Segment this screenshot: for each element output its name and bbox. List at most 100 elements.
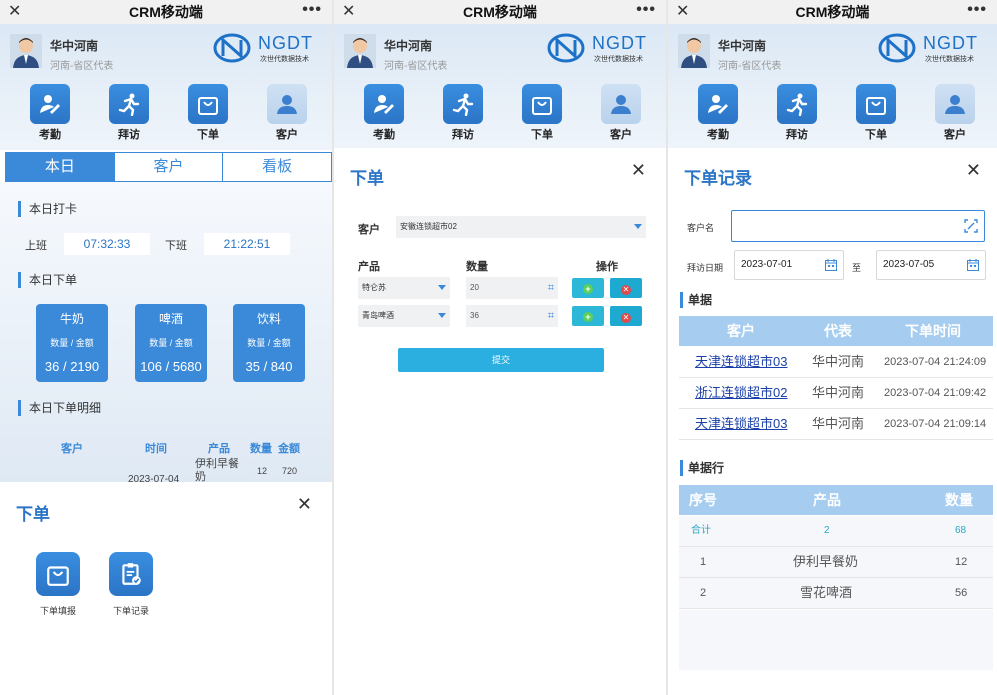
cell-product: 雪花啤酒 [800,585,853,600]
header: 华中河南 河南-省区代表 NGDT 次世代数据技术 考勤 拜访 下单 客户 [668,24,997,150]
quantity-field[interactable]: 36 ⌗ [466,305,558,327]
card-qty: 106 [140,359,162,374]
customer-select[interactable]: 安徽连锁超市02 [396,216,646,238]
tab-dashboard[interactable]: 看板 [223,153,331,181]
product-select[interactable]: 青岛啤酒 [358,305,450,327]
title-bar: ✕ CRM移动端 ••• [668,0,997,24]
menu-item-customer[interactable]: 客户 [601,84,641,142]
form-title: 下单 [350,169,384,188]
cell-qty: 12 [955,556,968,568]
title-bar: ✕ CRM移动端 ••• [0,0,332,24]
menu-item-visit[interactable]: 拜访 [777,84,817,142]
menu-item-attendance[interactable]: 考勤 [364,84,404,142]
product-select[interactable]: 特仑苏 [358,277,450,299]
menu-item-visit[interactable]: 拜访 [109,84,149,142]
date-to-field[interactable]: 2023-07-05 [876,250,986,280]
delete-icon: ✕ [621,313,631,323]
avatar [678,34,710,68]
summary-card-drinks[interactable]: 饮料 数量 / 金额 35 / 840 [233,304,305,382]
logo-mark-icon [213,33,251,63]
more-icon[interactable]: ••• [636,0,656,20]
table-row[interactable]: 2023-07-04 伊利早餐奶 12 720 [20,458,332,485]
col-product: 产品 [208,443,230,455]
quantity-value: 36 [470,311,479,320]
menu-item-attendance[interactable]: 考勤 [698,84,738,142]
total-qty: 68 [955,525,967,536]
panel-order-records: ✕ CRM移动端 ••• 华中河南 河南-省区代表 NGDT 次世代数据技术 考… [668,0,997,695]
more-icon[interactable]: ••• [302,0,322,20]
total-label: 合计 [691,525,711,536]
delete-row-button[interactable]: ✕ [610,278,642,298]
table-row[interactable]: 2 雪花啤酒 56 [679,578,993,609]
cell-qty: 12 [257,466,268,476]
window-title: CRM移动端 [795,4,870,20]
logo-subtitle: 次世代数据技术 [925,56,974,63]
logo-mark-icon [878,33,916,63]
qty-header: 数量 [466,261,488,273]
close-icon[interactable]: ✕ [631,160,646,181]
summary-card-beer[interactable]: 啤酒 数量 / 金额 106 / 5680 [135,304,207,382]
add-row-button[interactable]: + [572,306,604,326]
order-form: 下单 ✕ 客户 安徽连锁超市02 产品 数量 操作 特仑苏 20 ⌗ + ✕ 青… [334,148,666,695]
customer-link[interactable]: 天津连锁超市03 [695,347,787,377]
product-value: 特仑苏 [362,283,386,292]
menu-item-visit[interactable]: 拜访 [443,84,483,142]
cell-qty: 56 [955,587,968,599]
menu-item-customer[interactable]: 客户 [267,84,307,142]
close-icon[interactable]: ✕ [676,0,689,24]
table-row[interactable]: 浙江连锁超市02 华中河南 2023-07-04 21:09:42 [679,378,993,409]
order-entry-button[interactable]: 下单填报 [36,552,80,617]
clipboard-check-icon [122,563,141,585]
col-no: 序号 [689,492,717,508]
lines-table-header: 序号 产品 数量 [679,485,993,515]
more-icon[interactable]: ••• [967,0,987,20]
delete-row-button[interactable]: ✕ [610,306,642,326]
cell-time: 2023-07-04 21:09:14 [884,418,987,430]
total-count: 2 [824,525,830,536]
main-menu: 考勤 拜访 下单 客户 [0,84,332,144]
date-from-field[interactable]: 2023-07-01 [734,250,844,280]
records-title: 下单记录 [684,169,752,188]
close-icon[interactable]: ✕ [8,0,21,24]
cell-no: 1 [700,556,707,568]
menu-item-order[interactable]: 下单 [856,84,896,142]
number-icon: ⌗ [547,282,554,294]
menu-label: 下单 [531,129,553,141]
logo-text: NGDT [923,33,978,53]
close-icon[interactable]: ✕ [966,160,981,181]
add-row-button[interactable]: + [572,278,604,298]
card-value: 35 / 840 [245,359,293,374]
person-icon [611,95,631,114]
chevron-down-icon [438,313,446,318]
menu-label: 考勤 [707,129,729,141]
order-records-button[interactable]: 下单记录 [109,552,153,617]
customer-search-input[interactable] [731,210,985,242]
close-icon[interactable]: ✕ [297,494,312,515]
plus-icon: + [583,312,593,322]
submit-button[interactable]: 提交 [398,348,604,372]
tab-today[interactable]: 本日 [6,153,115,181]
table-row[interactable]: 1 伊利早餐奶 12 [679,547,993,578]
menu-item-order[interactable]: 下单 [522,84,562,142]
menu-item-customer[interactable]: 客户 [935,84,975,142]
table-row[interactable]: 天津连锁超市03 华中河南 2023-07-04 21:24:09 [679,347,993,378]
user-name: 华中河南 [50,39,99,53]
user-role: 河南-省区代表 [50,61,114,72]
cell-time: 2023-07-04 21:24:09 [884,356,987,368]
summary-card-milk[interactable]: 牛奶 数量 / 金额 36 / 2190 [36,304,108,382]
table-row[interactable]: 天津连锁超市03 华中河南 2023-07-04 21:09:14 [679,409,993,440]
customer-link[interactable]: 浙江连锁超市02 [695,378,787,408]
person-icon [945,95,965,114]
customer-value: 安徽连锁超市02 [400,222,457,231]
quantity-field[interactable]: 20 ⌗ [466,277,558,299]
logo-text: NGDT [592,33,647,53]
cell-amount: 720 [282,466,298,476]
close-icon[interactable]: ✕ [342,0,355,24]
menu-item-order[interactable]: 下单 [188,84,228,142]
menu-item-attendance[interactable]: 考勤 [30,84,70,142]
date-from-value: 2023-07-01 [741,259,793,270]
date-to-value: 2023-07-05 [883,259,935,270]
tab-customer[interactable]: 客户 [115,153,224,181]
customer-link[interactable]: 天津连锁超市03 [695,409,787,439]
cell-product: 伊利早餐奶 [793,554,859,569]
